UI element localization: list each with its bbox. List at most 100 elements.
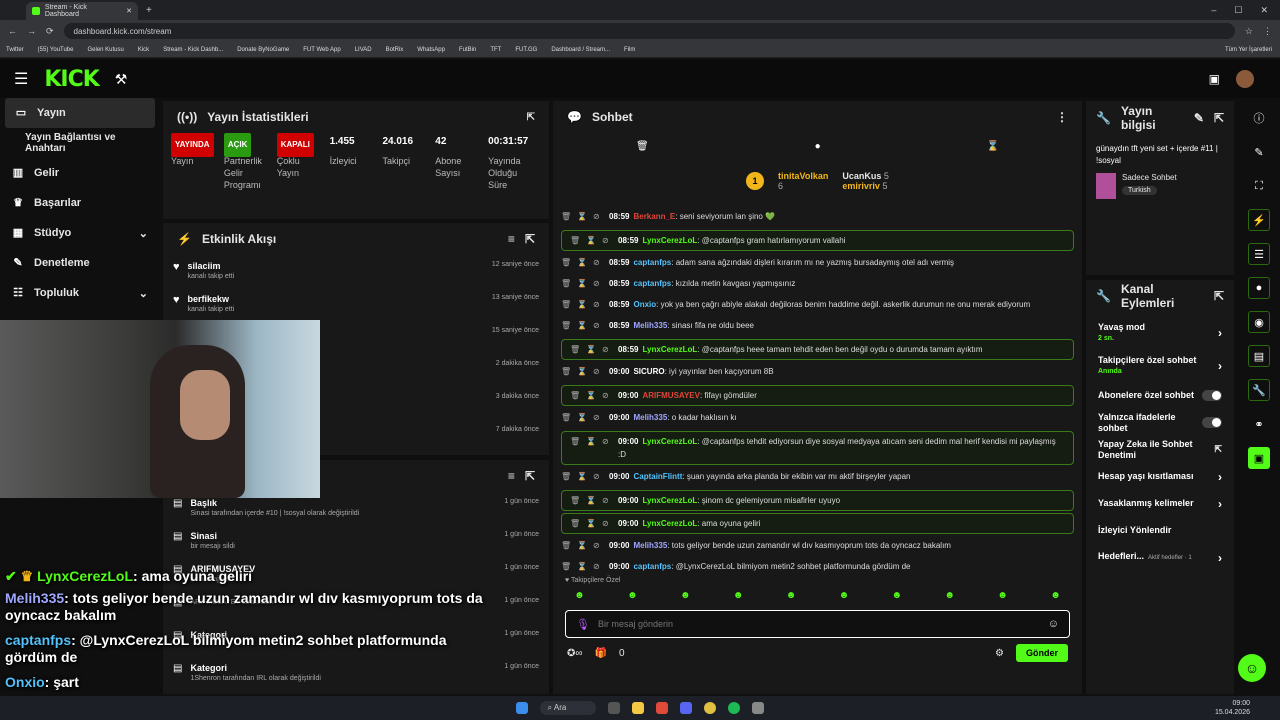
bolt-icon[interactable]: ⚡ — [1248, 209, 1270, 231]
bookmark-item[interactable]: Donate ByNoGame — [237, 47, 289, 53]
emote-icon[interactable]: ☻ — [627, 590, 638, 601]
leader-name[interactable]: UcanKus — [842, 171, 881, 181]
message-user[interactable]: Melih335 — [633, 321, 667, 330]
star-icon[interactable]: ☆ — [1245, 26, 1253, 37]
sidebar-item-basarilar[interactable]: ♛ Başarılar — [0, 188, 160, 218]
delete-message-icon[interactable]: 🗑 — [561, 319, 571, 332]
emote-icon[interactable]: ☻ — [680, 590, 691, 601]
hammer-icon[interactable]: ⚒ — [115, 71, 128, 88]
delete-message-icon[interactable]: 🗑 — [561, 411, 571, 424]
emote-icon[interactable]: ☻ — [1050, 590, 1061, 601]
edit-icon[interactable]: ✎ — [1194, 111, 1204, 125]
hourglass-icon[interactable]: ⌛ — [987, 141, 999, 152]
bookmark-item[interactable]: Gelen Kutusu — [87, 47, 123, 53]
ban-icon[interactable]: ⊘ — [593, 560, 603, 573]
bookmark-item[interactable]: Dashboard / Stream... — [551, 47, 610, 53]
kick-logo[interactable]: KICK — [44, 67, 99, 92]
list-icon[interactable]: ☰ — [1248, 243, 1270, 265]
delete-message-icon[interactable]: 🗑 — [570, 234, 580, 247]
channel-action-item[interactable]: Hesap yaşı kısıtlaması › — [1086, 463, 1234, 490]
wrench-icon[interactable]: 🔧 — [1248, 379, 1270, 401]
timeout-icon[interactable]: ⌛ — [577, 560, 587, 573]
focus-icon[interactable]: ⛶ — [1248, 175, 1270, 197]
message-user[interactable]: Melih335 — [633, 541, 667, 550]
chat-message-input[interactable] — [597, 619, 1040, 629]
forward-icon[interactable]: → — [27, 26, 36, 36]
message-user[interactable]: LynxCerezLoL — [642, 496, 697, 505]
timeout-icon[interactable]: ⌛ — [577, 256, 587, 269]
ban-icon[interactable]: ⊘ — [593, 256, 603, 269]
gift-icon[interactable]: 🎁 — [595, 648, 607, 659]
chat-message[interactable]: 🗑 ⌛ ⊘ 08:59 Onxio: yok ya ben çağrı abiyle a… — [553, 295, 1082, 316]
chat-message[interactable]: 🗑 ⌛ ⊘ 08:59 Berkann_E: seni seviyorum lan şi… — [553, 207, 1082, 228]
message-user[interactable]: LynxCerezLoL — [642, 236, 697, 245]
emote-icon[interactable]: ☻ — [733, 590, 744, 601]
timeout-icon[interactable]: ⌛ — [577, 539, 587, 552]
explorer-icon[interactable] — [632, 702, 645, 714]
browser-tab[interactable]: Stream - Kick Dashboard ✕ — [26, 2, 138, 20]
ban-icon[interactable]: ⊘ — [593, 365, 603, 378]
chat-message[interactable]: 🗑 ⌛ ⊘ 08:59 captanfps: adam sana ağzındaki d… — [553, 253, 1082, 274]
chat-bubble-icon[interactable]: ● — [815, 141, 821, 152]
timeout-icon[interactable]: ⌛ — [586, 389, 596, 402]
bookmark-item[interactable]: Film — [624, 47, 635, 53]
close-window-icon[interactable]: ✕ — [1260, 5, 1268, 16]
channel-action-item[interactable]: Yalnızca ifadelerle sohbet — [1086, 409, 1234, 436]
message-user[interactable]: LynxCerezLoL — [642, 437, 697, 446]
delete-message-icon[interactable]: 🗑 — [561, 365, 571, 378]
leader-name[interactable]: tinitaVolkan — [778, 171, 828, 181]
ban-icon[interactable]: ⊘ — [593, 277, 603, 290]
message-user[interactable]: Melih335 — [633, 413, 667, 422]
menu-icon[interactable]: ⋮ — [1263, 26, 1272, 37]
delete-message-icon[interactable]: 🗑 — [570, 343, 580, 356]
share-icon[interactable]: ⚭ — [1248, 413, 1270, 435]
timeout-icon[interactable]: ⌛ — [577, 470, 587, 483]
emote-icon[interactable]: ☻ — [944, 590, 955, 601]
bookmark-item[interactable]: Kick — [138, 47, 149, 53]
channel-action-item[interactable]: Hedefleri... Aktif hedefler · 1 › — [1086, 544, 1234, 571]
chat-message[interactable]: 🗑 ⌛ ⊘ 09:00 SICURO: iyi yayınlar ben kaçıyor… — [553, 362, 1082, 383]
clock[interactable]: 09:00 15.04.2026 — [1215, 699, 1250, 717]
sidebar-item-topluluk[interactable]: ☷ Topluluk ⌄ — [0, 278, 160, 308]
avatar[interactable] — [1236, 70, 1254, 88]
app-icon[interactable] — [656, 702, 669, 714]
toggle-switch[interactable] — [1202, 390, 1222, 401]
ban-icon[interactable]: ⊘ — [602, 389, 612, 402]
activity-row[interactable]: ♥ berfikekw kanalı takip etti 13 saniye önc… — [163, 288, 549, 321]
emote-icon[interactable]: ☻ — [786, 590, 797, 601]
delete-message-icon[interactable]: 🗑 — [561, 277, 571, 290]
ban-icon[interactable]: ⊘ — [602, 494, 612, 507]
chat-messages[interactable]: 🗑 ⌛ ⊘ 08:59 Berkann_E: seni seviyorum lan şi… — [553, 203, 1082, 575]
chat-icon[interactable]: ● — [1248, 277, 1270, 299]
maximize-icon[interactable]: ☐ — [1234, 5, 1242, 16]
sidebar-item-yayin[interactable]: ▭ Yayın — [5, 98, 155, 128]
emote-icon[interactable]: ☻ — [574, 590, 585, 601]
bookmark-item[interactable]: LIVAD — [355, 47, 372, 53]
message-user[interactable]: SICURO — [633, 367, 664, 376]
modlog-row[interactable]: ▤ Sinasi bir mesajı sildi 1 gün önce — [163, 525, 549, 558]
tag-chip[interactable]: Turkish — [1122, 186, 1157, 195]
activity-row[interactable]: ♥ silaciim kanalı takip etti 12 saniye önce — [163, 255, 549, 288]
delete-message-icon[interactable]: 🗑 — [570, 435, 580, 448]
task-view-icon[interactable] — [608, 702, 621, 714]
delete-message-icon[interactable]: 🗑 — [561, 298, 571, 311]
delete-message-icon[interactable]: 🗑 — [561, 210, 571, 223]
timeout-icon[interactable]: ⌛ — [577, 210, 587, 223]
channel-action-item[interactable]: İzleyici Yönlendir — [1086, 517, 1234, 544]
info-icon[interactable]: ⓘ — [1248, 107, 1270, 129]
bookmark-item[interactable]: FUT Web App — [303, 47, 340, 53]
timeout-icon[interactable]: ⌛ — [586, 494, 596, 507]
sidebar-item-stream-key[interactable]: Yayın Bağlantısı ve Anahtarı — [0, 128, 160, 158]
all-bookmarks[interactable]: Tüm Yer İşaretleri — [1225, 47, 1280, 53]
ban-icon[interactable]: ⊘ — [593, 411, 603, 424]
chat-message[interactable]: 🗑 ⌛ ⊘ 09:00 captanfps: @LynxCerezLoL bilmiyo… — [553, 557, 1082, 575]
timeout-icon[interactable]: ⌛ — [586, 517, 596, 530]
chrome-icon[interactable] — [704, 702, 717, 714]
timeout-icon[interactable]: ⌛ — [577, 277, 587, 290]
taskbar-search[interactable]: ⌕ Ara — [539, 701, 597, 715]
ban-icon[interactable]: ⊘ — [602, 343, 612, 356]
toggle-switch[interactable] — [1202, 417, 1222, 428]
app-icon[interactable] — [752, 702, 765, 714]
message-user[interactable]: Onxio — [633, 300, 656, 309]
minimize-icon[interactable]: – — [1211, 5, 1216, 16]
